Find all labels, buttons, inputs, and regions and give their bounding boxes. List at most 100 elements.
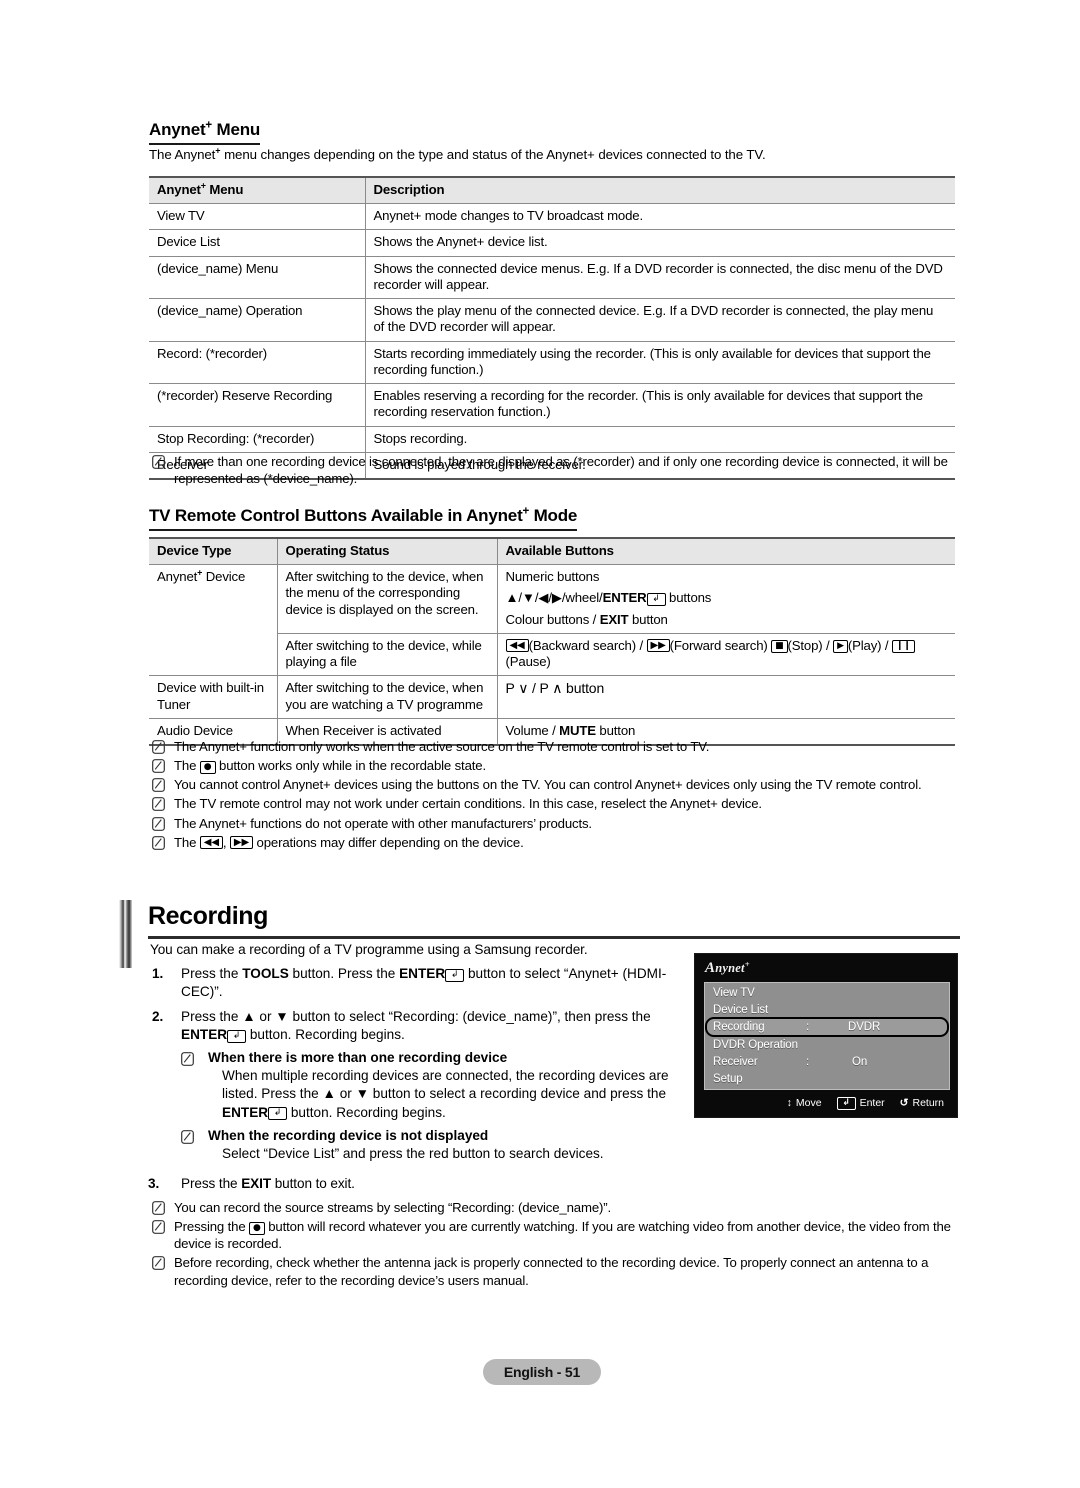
osd-footer-move[interactable]: ↕ Move [787, 1097, 822, 1109]
channel-up-icon: ∧ [552, 680, 563, 697]
table-row-built-in-tuner: Device with built-in Tuner After switchi… [149, 675, 955, 719]
channel-button-suffix: button [562, 680, 605, 697]
note-text-mid: , [222, 834, 230, 850]
note-text: The ◀◀, ▶▶ operations may differ dependi… [174, 834, 955, 851]
step-text-pre: Press the [181, 966, 243, 981]
exit-label: EXIT [599, 611, 629, 627]
substep-item: When the recording device is not display… [181, 1127, 673, 1163]
cell-desc: Shows the Anynet+ device list. [364, 229, 955, 257]
note-text: You can record the source streams by sel… [174, 1200, 612, 1215]
col-header-anynet-menu: Anynet+ Menu [149, 176, 365, 205]
section-heading-remote-buttons: TV Remote Control Buttons Available in A… [149, 506, 577, 531]
enter-key-icon: ↲ [445, 968, 465, 982]
note-text-pre: Pressing the [174, 1219, 250, 1235]
section2-notes: The Anynet+ function only works when the… [152, 738, 955, 853]
note-icon [152, 797, 165, 812]
note-icon [152, 1220, 165, 1235]
note-text: The TV remote control may not work under… [174, 796, 762, 812]
col-header-description: Description [364, 176, 955, 205]
cell-operating-status: After switching to the device, when you … [276, 675, 497, 719]
note-icon [152, 455, 165, 469]
osd-item-label: Setup [713, 1073, 743, 1085]
cell-desc: Stops recording. [364, 425, 955, 453]
cell-desc: Enables reserving a recording for the re… [364, 383, 955, 427]
recording-steps-list: 1. Press the TOOLS button. Press the ENT… [148, 965, 673, 1170]
note-item: The Anynet+ function only works when the… [152, 738, 955, 755]
osd-item-colon: : [806, 1056, 810, 1068]
step-text-mid: button. Press the [288, 966, 400, 981]
section1-intro-paragraph: The Anynet+ menu changes depending on th… [149, 146, 959, 164]
buttons-line-colour-exit: Colour buttons / EXIT button [506, 612, 948, 628]
table-row: View TV Anynet+ mode changes to TV broadc… [149, 203, 955, 231]
note-item: If more than one recording device is con… [152, 453, 955, 487]
osd-item-view-tv[interactable]: View TV [706, 984, 948, 1002]
step-text-post: button. Recording begins. [246, 1027, 405, 1043]
osd-item-value: DVDR [848, 1021, 881, 1033]
osd-item-receiver[interactable]: Receiver : On [706, 1053, 948, 1071]
mute-label: MUTE [559, 722, 596, 738]
enter-key-icon: ↲ [836, 1096, 856, 1110]
osd-item-dvdr-operation[interactable]: DVDR Operation [706, 1036, 948, 1054]
osd-footer-bar: ↕ Move ↲ Enter ↺ Return [704, 1093, 952, 1113]
nav-buttons-suffix: buttons [665, 590, 712, 606]
cell-device-type-anynet: Anynet+ Device [149, 564, 277, 677]
channel-separator: / P [528, 680, 553, 697]
note-item: You can record the source streams by sel… [152, 1199, 955, 1216]
volume-label: Volume / [505, 722, 560, 738]
cell-operating-status: After switching to the device, when the … [276, 564, 497, 634]
cell-available-buttons: Numeric buttons ▲/▼/◀/▶/wheel/ENTER ↲ but… [496, 564, 955, 634]
recording-notes: You can record the source streams by sel… [152, 1199, 955, 1291]
rewind-label: (Backward search) / [528, 637, 647, 653]
table-row: (device_name) Operation Shows the play me… [149, 298, 955, 342]
step-text-post: button to exit. [271, 1176, 355, 1191]
col-header-text: Anynet [157, 182, 201, 197]
enter-label: ENTER [602, 590, 647, 606]
remote-buttons-table: Device Type Operating Status Available B… [149, 537, 955, 747]
play-label: (Play) / [847, 637, 892, 653]
intro-part-a: The Anynet [149, 147, 216, 162]
anynet-menu-table: Anynet+ Menu Description View TV Anynet+ … [149, 176, 955, 481]
note-item: The ● button works only while in the rec… [152, 757, 955, 774]
cell-menu: (device_name) Menu [149, 255, 365, 300]
substep-body: When multiple recording devices are conn… [222, 1067, 673, 1121]
step-text-pre: Press the [181, 1176, 242, 1191]
step-item: 2. Press the ▲ or ▼ button to select “Re… [148, 1008, 673, 1163]
substep-text-pre: When multiple recording devices are conn… [222, 1068, 669, 1102]
note-text: Pressing the ● button will record whatev… [174, 1218, 955, 1252]
note-text-post: button will record whatever you are curr… [174, 1219, 951, 1252]
channel-p-label: P [505, 680, 519, 697]
note-icon [152, 1201, 165, 1215]
enter-key-icon: ↲ [268, 1107, 288, 1121]
cell-operating-status: After switching to the device, while pla… [276, 632, 497, 677]
osd-item-device-list[interactable]: Device List [706, 1001, 948, 1019]
osd-item-recording[interactable]: Recording : DVDR [706, 1018, 948, 1036]
device-type-text: Anynet [157, 569, 198, 585]
note-icon [152, 740, 165, 754]
channel-down-icon: ∨ [518, 680, 529, 697]
cell-menu: (device_name) Operation [149, 298, 365, 342]
fast-forward-icon: ▶▶ [646, 639, 670, 653]
table-header-row: Device Type Operating Status Available B… [149, 537, 955, 566]
heading-text: TV Remote Control Buttons Available in A… [149, 506, 523, 525]
osd-footer-enter[interactable]: ↲ Enter [836, 1096, 885, 1110]
osd-item-setup[interactable]: Setup [706, 1070, 948, 1088]
logo-superscript: + [744, 958, 750, 969]
osd-item-value: On [852, 1056, 868, 1068]
table-row: (*recorder) Reserve Recording Enables res… [149, 383, 955, 427]
substep-heading: When there is more than one recording de… [208, 1050, 508, 1066]
return-icon: ↺ [899, 1097, 909, 1109]
osd-footer-label: Return [912, 1097, 944, 1109]
note-item: The TV remote control may not work under… [152, 795, 955, 812]
cell-desc: Anynet+ mode changes to TV broadcast mod… [364, 203, 955, 231]
substep-heading: When the recording device is not display… [208, 1127, 489, 1143]
substep-body: Select “Device List” and press the red b… [222, 1145, 604, 1161]
table-row: Device List Shows the Anynet+ device list… [149, 229, 955, 257]
table-row: Stop Recording: (*recorder) Stops recordi… [149, 425, 955, 453]
exit-label: EXIT [241, 1176, 272, 1191]
osd-footer-label: Enter [859, 1097, 885, 1109]
osd-item-label: DVDR Operation [713, 1039, 798, 1051]
step-number: 3. [148, 1176, 160, 1191]
osd-footer-return[interactable]: ↺ Return [900, 1097, 944, 1109]
enter-label: ENTER [222, 1104, 269, 1120]
buttons-line-numeric: Numeric buttons [505, 569, 600, 585]
